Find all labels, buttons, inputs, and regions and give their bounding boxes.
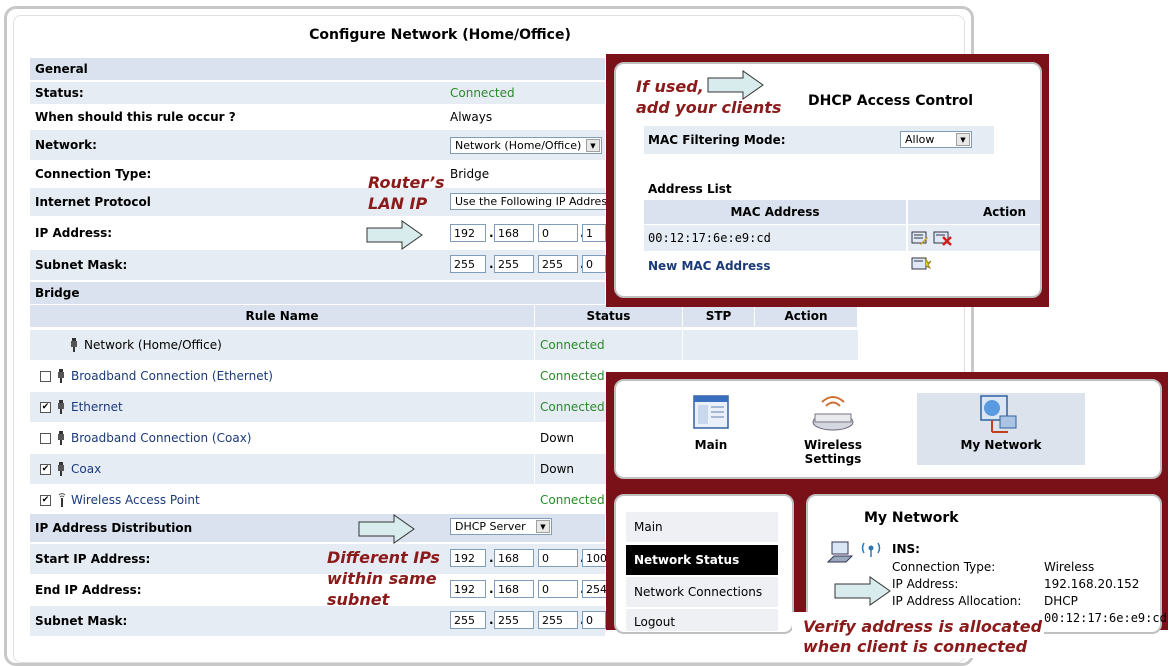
address-list-header: MAC Address Action (644, 200, 1040, 224)
bridge-table-header: Rule Name Status STP Action (30, 305, 858, 327)
plug-icon (70, 338, 78, 352)
link-broadband-coax[interactable]: Broadband Connection (Coax) (71, 431, 251, 445)
plug-icon (57, 462, 65, 476)
sidebar-item-main[interactable]: Main (626, 512, 778, 542)
link-wireless-access-point[interactable]: Wireless Access Point (71, 493, 200, 507)
ip-octet-4[interactable]: 1 (582, 224, 606, 242)
arrow-right-icon (834, 576, 891, 606)
start-octet-4[interactable]: 100 (582, 549, 608, 567)
subnet-octet-2[interactable]: 255 (494, 255, 534, 273)
checkbox[interactable]: ✔ (40, 401, 51, 413)
ip-octet-3[interactable]: 0 (538, 224, 578, 242)
end-octet-3[interactable]: 0 (538, 580, 578, 598)
computer-icon (826, 541, 854, 563)
device-details-values: Wireless 192.168.20.152 DHCP 00:12:17:6e… (1044, 560, 1167, 625)
toolbar-my-network[interactable]: My Network (917, 438, 1085, 452)
section-bridge: Bridge (30, 282, 605, 304)
mac-filter-select[interactable]: Allow ▼ (900, 131, 972, 148)
ip-octet-2[interactable]: 168 (494, 224, 534, 242)
arrow-right-icon (358, 514, 415, 544)
start-octet-1[interactable]: 192 (450, 549, 486, 567)
table-row: 00:12:17:6e:e9:cd (644, 225, 1040, 251)
chevron-down-icon: ▼ (536, 520, 550, 533)
end-octet-2[interactable]: 168 (494, 580, 534, 598)
subnet-octet-1[interactable]: 255 (450, 255, 486, 273)
start-octet-2[interactable]: 168 (494, 549, 534, 567)
annotation-router-lan: Router’s LAN IP (368, 173, 445, 213)
table-row: Network (Home/Office) Connected (30, 330, 858, 360)
add-icon[interactable] (911, 256, 931, 272)
arrow-right-icon (366, 220, 423, 250)
annotation-different-ips: Different IPs within same subnet (327, 548, 440, 609)
delete-icon[interactable] (933, 230, 953, 246)
plug-icon (57, 400, 65, 414)
checkbox[interactable] (40, 432, 51, 444)
start-octet-3[interactable]: 0 (538, 549, 578, 567)
page-title: Configure Network (Home/Office) (309, 27, 571, 43)
connection-type-row: Connection Type: Bridge (35, 167, 490, 181)
subnet-octet-3[interactable]: 255 (538, 255, 578, 273)
main-window-icon[interactable] (690, 393, 732, 433)
arrow-right-icon (707, 70, 764, 100)
device-name: INS: (892, 542, 920, 556)
checkbox[interactable]: ✔ (40, 494, 51, 506)
ip-octet-1[interactable]: 192 (450, 224, 486, 242)
plug-icon (57, 431, 65, 445)
annotation-verify: Verify address is allocated when client … (803, 617, 1043, 656)
network-select[interactable]: Network (Home/Office) ▼ (450, 137, 602, 154)
plug-icon (57, 369, 65, 383)
mask2-octet-4[interactable]: 0 (582, 611, 606, 629)
mask2-octet-2[interactable]: 255 (494, 611, 534, 629)
rule-row: When should this rule occur ? Always (35, 110, 493, 124)
new-mac-link[interactable]: New MAC Address (648, 259, 770, 273)
edit-icon[interactable] (911, 230, 929, 246)
link-broadband-ethernet[interactable]: Broadband Connection (Ethernet) (71, 369, 273, 383)
toolbar-wireless-settings[interactable]: Wireless Settings (785, 438, 881, 466)
address-list-label: Address List (648, 182, 732, 196)
sidebar-item-network-status[interactable]: Network Status (626, 545, 778, 575)
section-general: General (30, 58, 605, 80)
wireless-router-icon[interactable] (810, 392, 856, 434)
sidebar-item-network-connections[interactable]: Network Connections (626, 577, 778, 607)
checkbox[interactable]: ✔ (40, 463, 51, 475)
link-ethernet[interactable]: Ethernet (71, 400, 123, 414)
mask2-octet-3[interactable]: 255 (538, 611, 578, 629)
status-value: Connected (450, 86, 515, 100)
dhcp-title: DHCP Access Control (808, 93, 974, 109)
checkbox[interactable] (40, 370, 51, 382)
mask2-octet-1[interactable]: 255 (450, 611, 486, 629)
new-mac-row: New MAC Address (644, 253, 1040, 279)
link-coax[interactable]: Coax (71, 462, 101, 476)
end-octet-1[interactable]: 192 (450, 580, 486, 598)
device-details-labels: Connection Type: IP Address: IP Address … (892, 560, 1022, 608)
subnet-octet-4[interactable]: 0 (582, 255, 606, 273)
sidebar-item-logout[interactable]: Logout (626, 609, 778, 631)
mynetwork-title: My Network (864, 510, 959, 526)
chevron-down-icon: ▼ (956, 133, 970, 146)
status-row: Status: Connected (30, 82, 605, 104)
my-network-icon[interactable] (978, 394, 1022, 436)
antenna-icon (57, 493, 66, 507)
chevron-down-icon: ▼ (586, 139, 600, 152)
toolbar-main[interactable]: Main (660, 438, 762, 452)
internet-protocol-select[interactable]: Use the Following IP Address (450, 193, 608, 210)
ip-distribution-select[interactable]: DHCP Server ▼ (450, 518, 552, 535)
end-octet-4[interactable]: 254 (582, 580, 608, 598)
wireless-signal-icon (861, 542, 881, 557)
